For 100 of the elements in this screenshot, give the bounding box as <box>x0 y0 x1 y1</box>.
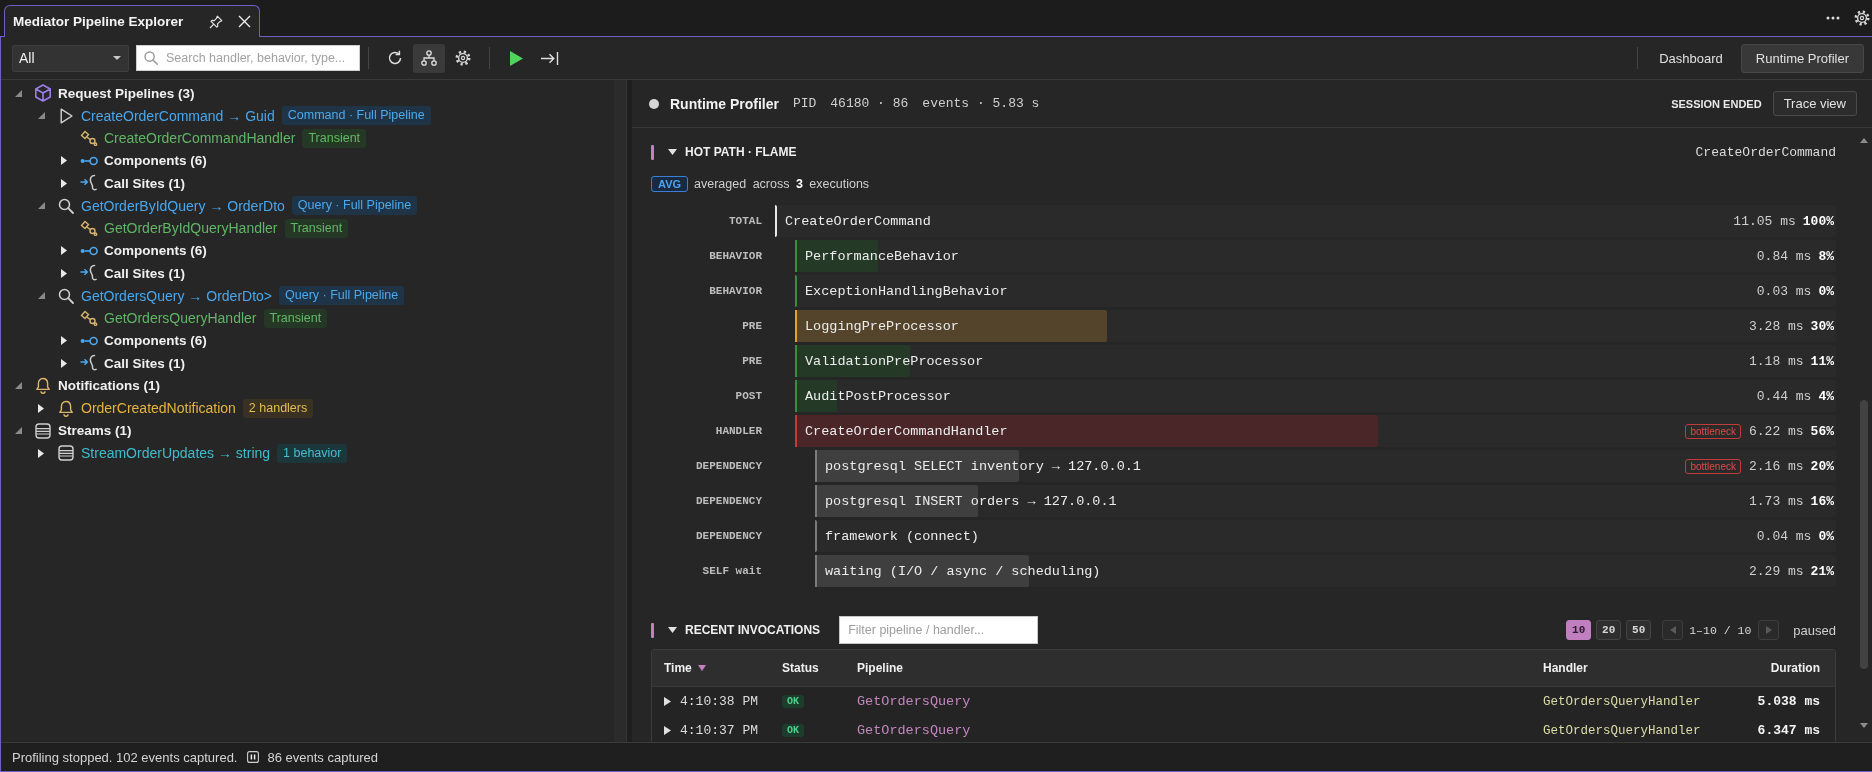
tag: Transient <box>284 218 349 238</box>
column-header[interactable]: Handler <box>1543 661 1588 675</box>
stage-label: DEPENDENCY <box>696 460 762 472</box>
column-header[interactable]: Pipeline <box>857 661 903 675</box>
pin-icon[interactable] <box>209 14 223 29</box>
sort-descending-icon[interactable] <box>697 665 706 671</box>
page-size-button[interactable]: 10 <box>1566 620 1592 640</box>
page-size-button[interactable]: 50 <box>1626 620 1652 640</box>
tree-item[interactable]: Components (6) <box>104 333 207 349</box>
scroll-up-icon[interactable] <box>1860 138 1868 143</box>
column-header[interactable]: Status <box>782 661 819 675</box>
tree-item[interactable]: Call Sites (1) <box>104 355 186 371</box>
column-header[interactable]: Time <box>664 661 692 675</box>
caret-icon[interactable] <box>61 246 67 256</box>
caret-icon[interactable] <box>668 149 677 155</box>
tree-item[interactable]: GetOrderByIdQueryHandler <box>104 220 278 237</box>
caret-icon[interactable] <box>38 448 44 458</box>
tree-item[interactable]: Notifications (1) <box>58 378 160 394</box>
tree-item[interactable]: GetOrdersQueryHandler <box>104 310 257 327</box>
hierarchy-button[interactable] <box>413 43 445 73</box>
more-icon[interactable] <box>1826 16 1840 20</box>
caret-icon[interactable] <box>664 697 671 706</box>
arrow-to-line-icon[interactable] <box>541 51 559 65</box>
trace-view-button[interactable]: Trace view <box>1772 91 1857 116</box>
flame-label: LoggingPreProcessor <box>805 318 959 334</box>
flame-label: PerformanceBehavior <box>805 248 959 264</box>
duration-text: 1.73 ms <box>1749 493 1804 509</box>
tag: Query · Full Pipeline <box>279 286 405 306</box>
accent-bar <box>651 622 654 638</box>
tree-item[interactable]: GetOrdersQuery → OrderDto> <box>81 287 272 304</box>
refresh-icon[interactable] <box>387 50 403 66</box>
connector-icon <box>80 155 98 166</box>
magnifier-icon <box>58 287 74 304</box>
status-message: 86 events captured <box>267 749 379 765</box>
caret-icon[interactable] <box>61 268 67 278</box>
settings-icon[interactable] <box>455 50 471 66</box>
arrow-curve-icon <box>80 354 98 373</box>
scrollbar-thumb[interactable] <box>1860 400 1868 669</box>
tab[interactable]: Mediator Pipeline Explorer <box>4 5 260 37</box>
flame-label: ValidationPreProcessor <box>805 353 984 369</box>
tree-item[interactable]: Request Pipelines (3) <box>58 85 195 101</box>
tree-item[interactable]: CreateOrderCommand → Guid <box>81 107 275 124</box>
flame-label: AuditPostProcessor <box>805 388 951 404</box>
caret-icon[interactable] <box>61 358 67 368</box>
hierarchy-icon <box>421 50 437 66</box>
tree-item[interactable]: Components (6) <box>104 153 207 169</box>
caret-icon[interactable] <box>61 336 67 346</box>
tree-item[interactable]: Components (6) <box>104 243 207 259</box>
filter-dropdown[interactable]: All <box>12 44 129 72</box>
tag: AVG <box>651 176 689 192</box>
session-info: PID <box>792 96 817 111</box>
caret-icon[interactable] <box>668 627 677 633</box>
percent-text: 4% <box>1818 388 1834 404</box>
percent-text: 100% <box>1802 213 1834 229</box>
caret-icon[interactable] <box>61 156 67 166</box>
target-name: CreateOrderCommand <box>1695 144 1836 160</box>
duration-text: 1.18 ms <box>1749 353 1804 369</box>
view-option[interactable]: Runtime Profiler <box>1740 43 1864 73</box>
table-cell[interactable]: GetOrdersQuery <box>857 723 971 738</box>
tag: 2 handlers <box>242 398 314 418</box>
flag-tag: bottleneck <box>1685 458 1741 474</box>
duration-text: 0.03 ms <box>1756 283 1812 299</box>
percent-text: 11% <box>1810 353 1834 369</box>
tree-item[interactable]: CreateOrderCommandHandler <box>104 130 296 147</box>
tree-item[interactable]: StreamOrderUpdates → string <box>81 445 271 462</box>
nodes-icon <box>80 220 98 237</box>
view-option[interactable]: Dashboard <box>1650 43 1732 73</box>
search-field[interactable]: Search handler, behavior, type... <box>136 45 360 71</box>
column-header[interactable]: Duration <box>1770 661 1820 675</box>
session-info: 46180 · 86 <box>830 96 909 111</box>
percent-text: 21% <box>1810 563 1834 579</box>
duration-text: 0.84 ms <box>1756 248 1812 264</box>
caret-icon[interactable] <box>38 403 44 413</box>
bell-icon <box>35 377 51 395</box>
settings-icon[interactable] <box>1854 10 1870 26</box>
duration-text: 11.05 ms <box>1733 213 1796 229</box>
table-cell[interactable]: GetOrdersQuery <box>857 694 971 709</box>
caret-left-icon <box>1669 626 1676 634</box>
flame-label: CreateOrderCommand <box>785 213 931 229</box>
page-size-button[interactable]: 20 <box>1596 620 1622 640</box>
play-icon[interactable] <box>509 50 523 66</box>
caret-icon[interactable] <box>61 178 67 188</box>
arrow-curve-icon <box>80 174 98 193</box>
nodes-icon <box>80 130 98 147</box>
pause-icon[interactable] <box>247 751 260 763</box>
magnifier-icon <box>58 197 74 214</box>
tree-item[interactable]: Streams (1) <box>58 423 132 439</box>
scrollbar-track[interactable] <box>614 80 626 742</box>
caret-icon[interactable] <box>664 726 671 735</box>
flame-label: framework (connect) <box>825 528 979 544</box>
tree-item[interactable]: OrderCreatedNotification <box>81 400 236 417</box>
tree-item[interactable]: Call Sites (1) <box>104 265 186 281</box>
scroll-down-icon[interactable] <box>1860 723 1868 728</box>
duration-text: 6.22 ms <box>1749 423 1804 439</box>
close-icon[interactable] <box>238 15 251 28</box>
filter-field[interactable]: Filter pipeline / handler... <box>839 616 1039 644</box>
panel-title: Runtime Profiler <box>670 95 779 112</box>
flame-label: ExceptionHandlingBehavior <box>805 283 1008 299</box>
tree-item[interactable]: Call Sites (1) <box>104 175 186 191</box>
tree-item[interactable]: GetOrderByIdQuery → OrderDto <box>81 197 285 214</box>
